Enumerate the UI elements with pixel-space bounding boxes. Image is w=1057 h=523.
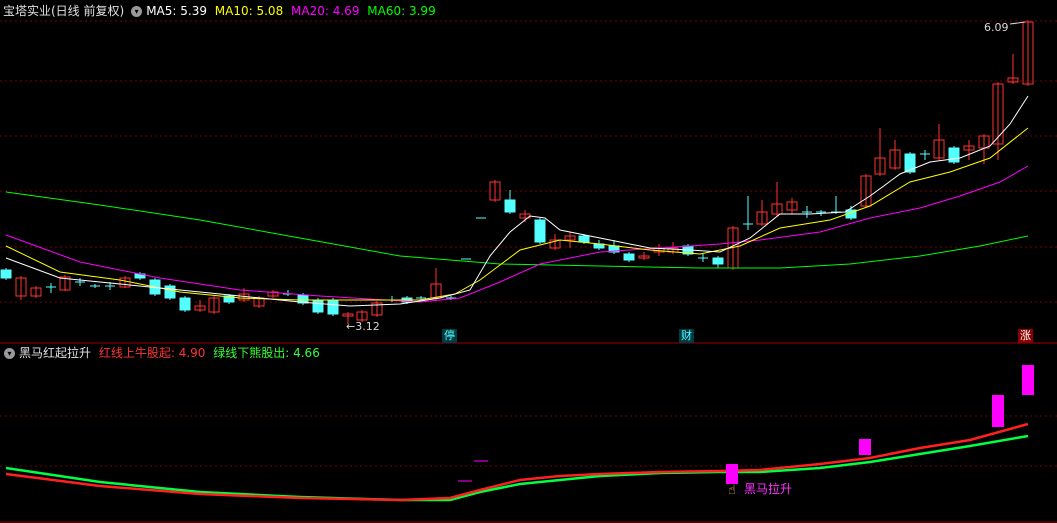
chevron-down-icon[interactable]: ▾ xyxy=(131,6,143,17)
main-chart-header: 宝塔实业(日线 前复权) ▾ MA5: 5.39 MA10: 5.08 MA20: … xyxy=(0,1,440,21)
signal-bar xyxy=(1022,365,1034,395)
candle-body xyxy=(327,299,339,315)
event-marker-cai[interactable]: 财 xyxy=(679,329,694,343)
candle-body xyxy=(948,147,960,163)
kline-chart-canvas[interactable] xyxy=(0,0,1057,523)
candle-body xyxy=(164,285,176,299)
ma5-value: MA5: 5.39 xyxy=(146,4,207,18)
red-line-value: 红线上牛股起: 4.90 xyxy=(98,346,206,360)
candle-body xyxy=(312,299,324,313)
candle-body xyxy=(179,297,191,311)
signal-bar xyxy=(992,395,1004,427)
signal-label-heima: 黑马拉升 xyxy=(744,482,793,496)
signal-bar xyxy=(859,439,871,455)
candle-body xyxy=(712,257,724,265)
ma60-value: MA60: 3.99 xyxy=(367,4,436,18)
signal-bar xyxy=(726,464,738,484)
candle-body xyxy=(534,219,546,243)
candle-body xyxy=(623,253,635,261)
event-marker-ting[interactable]: 停 xyxy=(442,329,457,343)
chevron-down-icon[interactable]: ▾ xyxy=(4,348,15,359)
low-price-label: ←3.12 xyxy=(346,320,380,333)
candle-body xyxy=(0,269,12,279)
indicator-title: 黑马红起拉升 xyxy=(19,346,92,360)
hand-pointer-icon: ☝ xyxy=(728,483,736,498)
ma20-value: MA20: 4.69 xyxy=(291,4,360,18)
indicator-header: ▾ 黑马红起拉升 红线上牛股起: 4.90 绿线下熊股出: 4.66 xyxy=(0,343,324,363)
candle-body xyxy=(578,235,590,243)
high-price-label: 6.09 xyxy=(984,21,1009,34)
event-marker-zhang[interactable]: 涨 xyxy=(1018,329,1033,343)
candle-body xyxy=(904,153,916,173)
stock-title: 宝塔实业(日线 前复权) xyxy=(3,4,125,18)
ma10-value: MA10: 5.08 xyxy=(214,4,284,18)
candle-body xyxy=(504,199,516,213)
green-line-value: 绿线下熊股出: 4.66 xyxy=(213,346,320,360)
